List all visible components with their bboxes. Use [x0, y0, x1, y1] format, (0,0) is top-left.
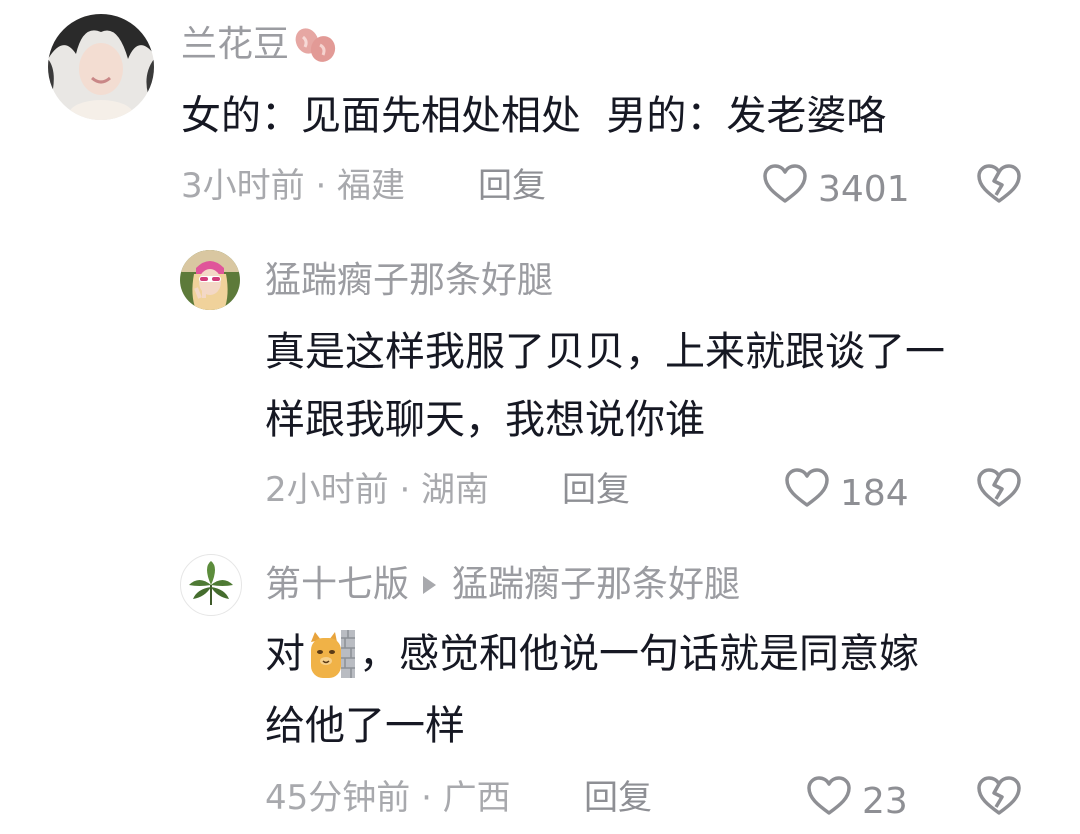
like-button[interactable]: 184 [784, 467, 909, 520]
like-count: 3401 [818, 168, 910, 210]
reply-comment-item: 第十七版 猛踹瘸子那条好腿 对 ，感觉和他说一句话就是同意嫁 给他了一样 45分… [0, 530, 1080, 834]
heart-icon [762, 163, 808, 216]
broken-heart-icon [976, 468, 1022, 513]
reply-comment-item: 猛踹瘸子那条好腿 真是这样我服了贝贝，上来就跟谈了一 样跟我聊天，我想说你谁 2… [0, 230, 1080, 530]
reply-button[interactable]: 回复 [584, 776, 652, 820]
comment-text-line-2: 给他了一样 [265, 703, 465, 749]
reply-button[interactable]: 回复 [478, 164, 546, 208]
username[interactable]: 兰花豆 [181, 22, 289, 68]
username[interactable]: 第十七版 [265, 562, 409, 608]
beans-emoji-icon [293, 25, 339, 65]
comment-text-line-2: 样跟我聊天，我想说你谁 [265, 397, 705, 443]
heart-icon [784, 467, 830, 520]
dislike-button[interactable] [976, 775, 1022, 821]
comment-time-location: 3小时前 · 福建 [181, 166, 406, 206]
reply-button[interactable]: 回复 [562, 468, 630, 512]
broken-heart-icon [976, 164, 1022, 209]
comment-item: 兰花豆 女的：见面先相处相处 男的：发老婆咯 3小时前 · 福建 回复 3401 [0, 0, 1080, 230]
comment-text-prefix: 对 [265, 631, 305, 677]
user-avatar[interactable] [180, 250, 240, 310]
comment-text: 女的：见面先相处相处 男的：发老婆咯 [181, 93, 887, 139]
broken-heart-icon [976, 776, 1022, 821]
like-button[interactable]: 3401 [762, 163, 910, 216]
comment-text-line-1: 对 ，感觉和他说一句话就是同意嫁 [265, 620, 919, 688]
username[interactable]: 猛踹瘸子那条好腿 [265, 258, 553, 304]
dislike-button[interactable] [976, 163, 1022, 209]
like-button[interactable]: 23 [806, 775, 908, 828]
like-count: 184 [840, 472, 909, 514]
reply-to-username[interactable]: 猛踹瘸子那条好腿 [452, 562, 740, 608]
comment-text-rest: ，感觉和他说一句话就是同意嫁 [359, 631, 919, 677]
dislike-button[interactable] [976, 467, 1022, 513]
leaf-avatar[interactable] [180, 554, 242, 616]
comment-time-location: 2小时前 · 湖南 [265, 470, 490, 510]
user-avatar[interactable] [48, 14, 154, 120]
reply-arrow-icon [423, 576, 437, 594]
cat-wall-emoji-icon [307, 628, 357, 680]
like-count: 23 [862, 780, 908, 822]
comment-text-line-1: 真是这样我服了贝贝，上来就跟谈了一 [265, 329, 945, 375]
comment-time-location: 45分钟前 · 广西 [265, 778, 511, 818]
heart-icon [806, 775, 852, 828]
